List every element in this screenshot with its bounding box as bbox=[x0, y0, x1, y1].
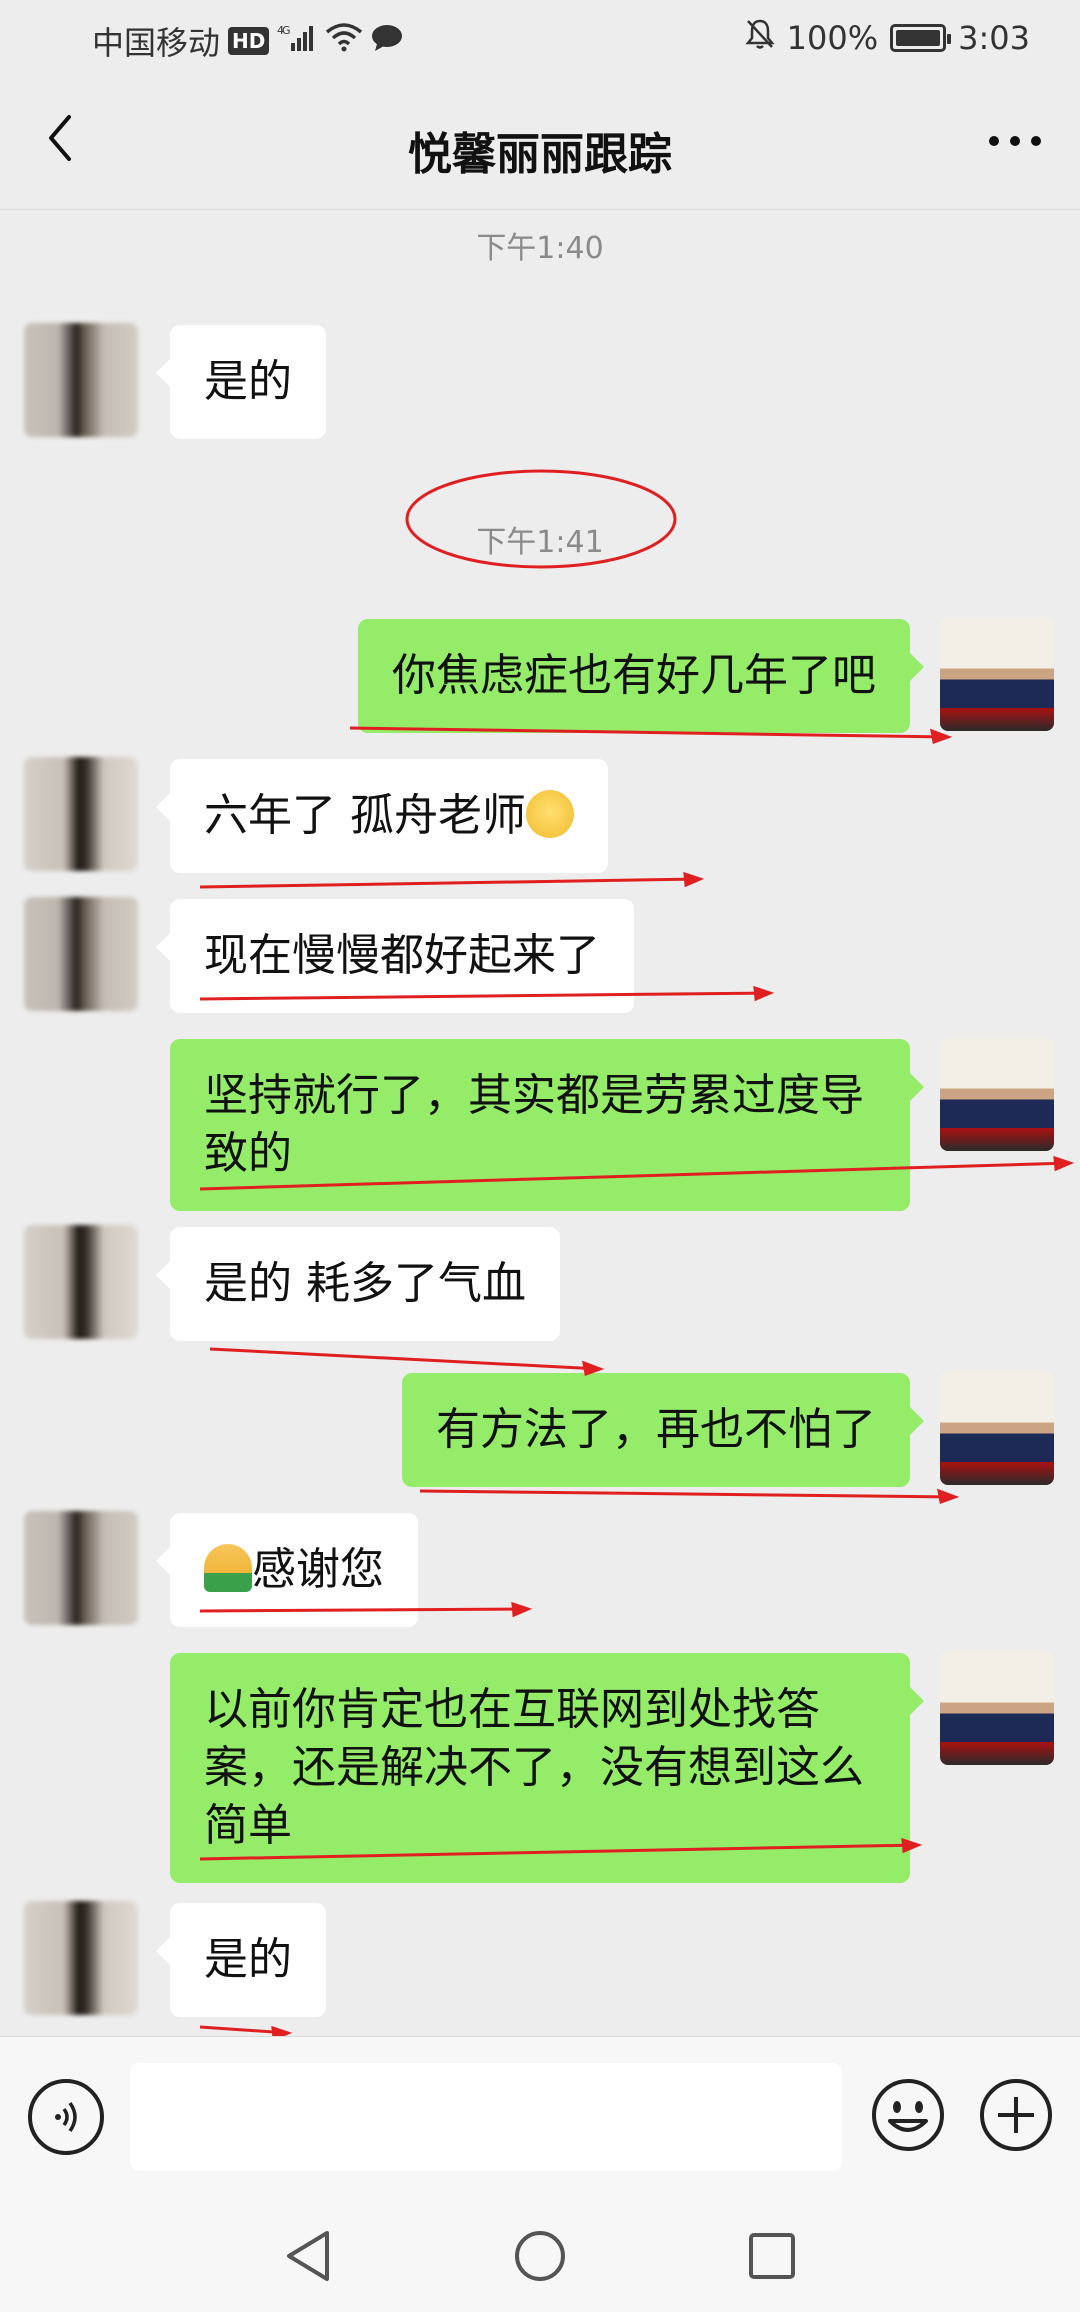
folded-hands-emoji-icon bbox=[204, 1544, 252, 1592]
more-horizontal-icon bbox=[989, 136, 1041, 146]
my-avatar[interactable] bbox=[940, 1037, 1054, 1151]
nav-recents-button[interactable] bbox=[742, 2226, 802, 2286]
emoji-button[interactable] bbox=[870, 2077, 946, 2153]
mute-icon bbox=[745, 18, 775, 58]
my-avatar[interactable] bbox=[940, 1371, 1054, 1485]
chat-title: 悦馨丽丽跟踪 bbox=[408, 129, 672, 180]
square-recents-icon bbox=[749, 2233, 795, 2279]
incoming-message[interactable]: 是的 bbox=[156, 325, 326, 439]
contact-avatar[interactable] bbox=[24, 1511, 138, 1625]
incoming-message[interactable]: 感谢您 bbox=[156, 1513, 418, 1627]
incoming-message[interactable]: 是的 bbox=[156, 1903, 326, 2017]
outgoing-message[interactable]: 有方法了，再也不怕了 bbox=[402, 1373, 924, 1487]
nav-home-button[interactable] bbox=[510, 2226, 570, 2286]
plus-icon bbox=[980, 2079, 1052, 2151]
message-notification-icon bbox=[371, 22, 403, 60]
voice-button[interactable] bbox=[28, 2079, 104, 2155]
message-line: 简单 bbox=[204, 1800, 292, 1851]
timestamp: 下午1:40 bbox=[476, 231, 604, 266]
outgoing-message[interactable]: 坚持就行了，其实都是劳累过度导 致的 bbox=[170, 1039, 924, 1211]
more-button[interactable] bbox=[980, 116, 1050, 166]
network-type: 4G bbox=[277, 24, 290, 37]
chat-header: 悦馨丽丽跟踪 bbox=[0, 80, 1080, 210]
chat-messages[interactable]: 下午1:40 是的 下午1:41 你焦虑症也有好几年了吧 六年了 孤舟老师 现在… bbox=[0, 211, 1080, 2036]
message-input[interactable] bbox=[130, 2063, 842, 2171]
incoming-message[interactable]: 现在慢慢都好起来了 bbox=[156, 899, 634, 1013]
contact-avatar[interactable] bbox=[24, 323, 138, 437]
wifi-icon bbox=[325, 22, 363, 60]
nav-back-button[interactable] bbox=[278, 2226, 338, 2286]
my-avatar[interactable] bbox=[940, 617, 1054, 731]
outgoing-message[interactable]: 你焦虑症也有好几年了吧 bbox=[358, 619, 924, 733]
emoji-icon bbox=[872, 2079, 944, 2151]
status-right: 100% 3:03 bbox=[745, 18, 1030, 58]
voice-icon bbox=[55, 2101, 77, 2133]
contact-avatar[interactable] bbox=[24, 1225, 138, 1339]
signal-icon: 4G bbox=[277, 23, 317, 60]
contact-avatar[interactable] bbox=[24, 757, 138, 871]
contact-avatar[interactable] bbox=[24, 1901, 138, 2015]
message-text: 六年了 孤舟老师 bbox=[204, 790, 526, 841]
my-avatar[interactable] bbox=[940, 1651, 1054, 1765]
contact-avatar[interactable] bbox=[24, 897, 138, 1011]
circle-home-icon bbox=[515, 2231, 565, 2281]
message-line: 以前你肯定也在互联网到处找答 bbox=[204, 1684, 820, 1735]
message-text: 感谢您 bbox=[252, 1544, 384, 1595]
more-features-button[interactable] bbox=[978, 2077, 1054, 2153]
status-bar: 中国移动 HD 4G 100% 3:03 bbox=[0, 0, 1080, 80]
incoming-message[interactable]: 六年了 孤舟老师 bbox=[156, 759, 608, 873]
hd-badge: HD bbox=[228, 27, 270, 55]
timestamp: 下午1:41 bbox=[476, 525, 604, 560]
carrier-name: 中国移动 bbox=[92, 24, 221, 62]
message-line: 致的 bbox=[204, 1128, 292, 1179]
status-left: 中国移动 HD 4G bbox=[92, 18, 403, 64]
pleading-face-emoji-icon bbox=[526, 790, 574, 838]
incoming-message[interactable]: 是的 耗多了气血 bbox=[156, 1227, 560, 1341]
system-navigation-bar bbox=[0, 2196, 1080, 2312]
battery-percent: 100% bbox=[786, 19, 879, 57]
input-bar bbox=[0, 2036, 1080, 2196]
outgoing-message[interactable]: 以前你肯定也在互联网到处找答 案，还是解决不了，没有想到这么 简单 bbox=[170, 1653, 924, 1883]
message-line: 坚持就行了，其实都是劳累过度导 bbox=[204, 1070, 864, 1121]
battery-icon bbox=[890, 24, 952, 52]
battery-level bbox=[896, 30, 941, 46]
message-line: 案，还是解决不了，没有想到这么 bbox=[204, 1742, 864, 1793]
status-time: 3:03 bbox=[958, 19, 1030, 57]
triangle-back-icon bbox=[287, 2231, 329, 2281]
